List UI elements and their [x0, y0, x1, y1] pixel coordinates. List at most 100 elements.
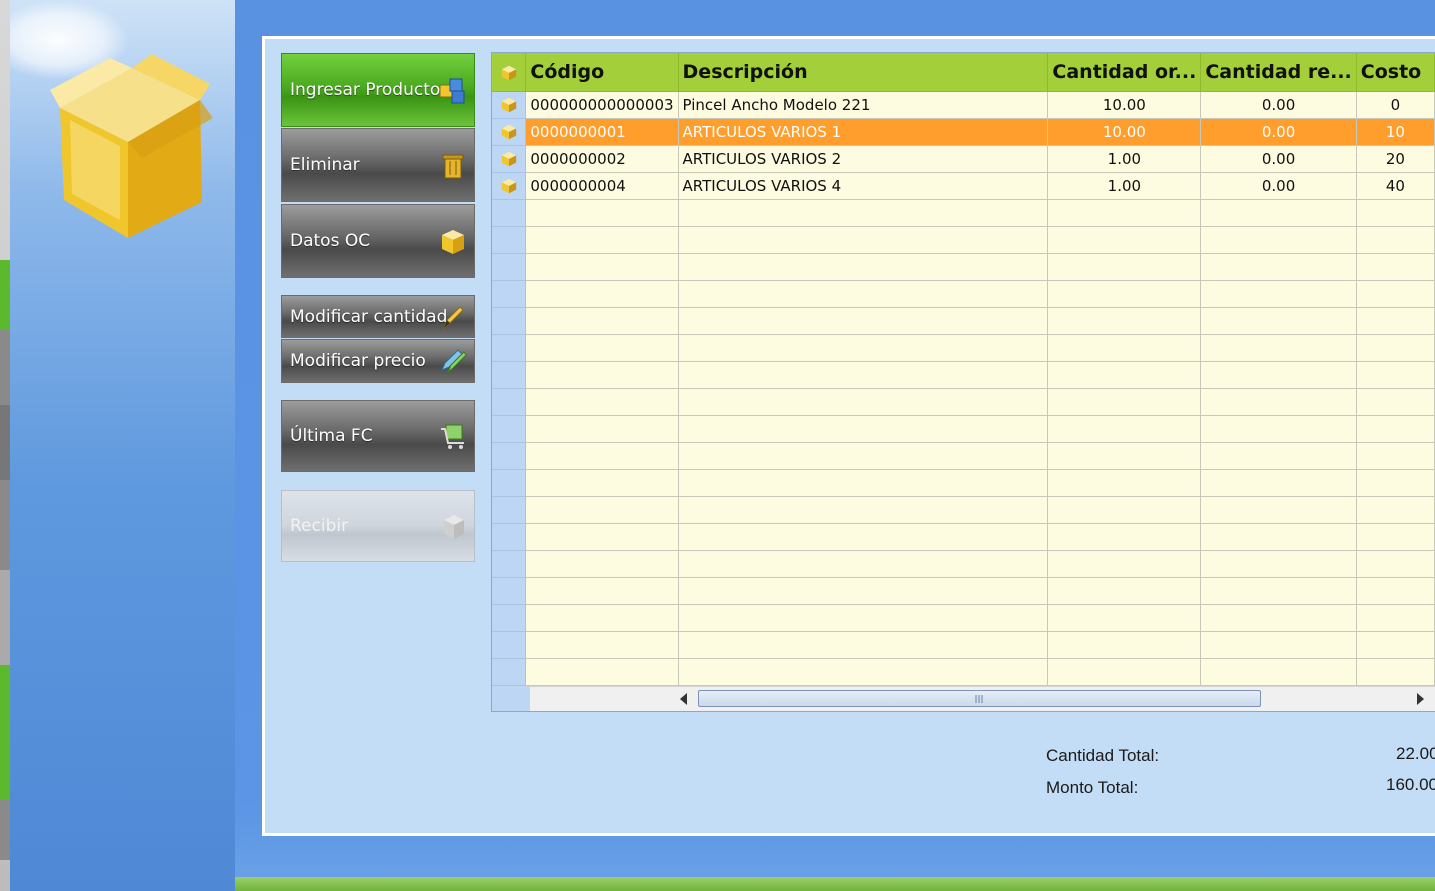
row-indicator: [492, 145, 527, 173]
empty-cell: [1200, 631, 1357, 659]
empty-cell: [1047, 631, 1202, 659]
empty-cell: [678, 388, 1049, 416]
empty-cell: [492, 415, 527, 443]
header-costo[interactable]: Costo: [1356, 53, 1435, 92]
empty-cell: [1356, 280, 1435, 308]
empty-cell: [1047, 523, 1202, 551]
add-product-icon: [439, 78, 465, 104]
empty-cell: [1356, 658, 1435, 686]
modificar-cantidad-button[interactable]: Modificar cantidad: [281, 295, 475, 338]
empty-row: [492, 523, 1435, 551]
cantidad-total-value: 22.00: [1396, 744, 1435, 763]
cell-costo[interactable]: 0: [1356, 91, 1435, 119]
receive-icon: [444, 515, 464, 539]
header-descripcion[interactable]: Descripción: [678, 53, 1049, 92]
eliminar-button[interactable]: Eliminar: [281, 128, 475, 202]
empty-row: [492, 361, 1435, 389]
cell-costo[interactable]: 20: [1356, 145, 1435, 173]
products-grid[interactable]: Código Descripción Cantidad or... Cantid…: [491, 52, 1435, 712]
empty-cell: [1200, 415, 1357, 443]
empty-cell: [678, 226, 1049, 254]
empty-cell: [492, 334, 527, 362]
ingresar-producto-label: Ingresar Producto: [290, 80, 441, 100]
cell-cantidad-or[interactable]: 10.00: [1047, 91, 1202, 119]
cell-cantidad-re[interactable]: 0.00: [1200, 118, 1357, 146]
empty-cell: [1356, 334, 1435, 362]
empty-cell: [525, 658, 679, 686]
cell-codigo[interactable]: 0000000001: [525, 118, 679, 146]
empty-cell: [525, 280, 679, 308]
cell-descripcion[interactable]: ARTICULOS VARIOS 1: [678, 118, 1049, 146]
empty-cell: [492, 658, 527, 686]
empty-cell: [678, 577, 1049, 605]
empty-cell: [1200, 577, 1357, 605]
empty-cell: [1200, 226, 1357, 254]
cell-cantidad-re[interactable]: 0.00: [1200, 172, 1357, 200]
table-row-selected[interactable]: 0000000001 ARTICULOS VARIOS 1 10.00 0.00…: [492, 118, 1435, 146]
empty-cell: [492, 307, 527, 335]
scroll-thumb[interactable]: [698, 690, 1261, 707]
cell-cantidad-re[interactable]: 0.00: [1200, 145, 1357, 173]
scroll-right-arrow-icon[interactable]: [1417, 693, 1424, 705]
header-cantidad-re[interactable]: Cantidad re...: [1200, 53, 1357, 92]
empty-row: [492, 253, 1435, 281]
cell-cantidad-re[interactable]: 0.00: [1200, 91, 1357, 119]
cell-codigo[interactable]: 000000000000003: [525, 91, 679, 119]
empty-row: [492, 199, 1435, 227]
cell-costo[interactable]: 40: [1356, 172, 1435, 200]
cell-descripcion[interactable]: ARTICULOS VARIOS 4: [678, 172, 1049, 200]
scroll-left-arrow-icon[interactable]: [680, 693, 687, 705]
cell-descripcion[interactable]: ARTICULOS VARIOS 2: [678, 145, 1049, 173]
empty-cell: [525, 388, 679, 416]
recibir-button[interactable]: Recibir: [281, 490, 475, 562]
cell-costo[interactable]: 10: [1356, 118, 1435, 146]
cell-cantidad-or[interactable]: 1.00: [1047, 145, 1202, 173]
empty-cell: [1047, 361, 1202, 389]
empty-cell: [1047, 577, 1202, 605]
table-row[interactable]: 000000000000003 Pincel Ancho Modelo 221 …: [492, 91, 1435, 119]
empty-cell: [1200, 388, 1357, 416]
ingresar-producto-button[interactable]: Ingresar Producto: [281, 53, 475, 127]
empty-cell: [1356, 361, 1435, 389]
empty-cell: [1356, 577, 1435, 605]
empty-cell: [678, 253, 1049, 281]
cell-descripcion[interactable]: Pincel Ancho Modelo 221: [678, 91, 1049, 119]
header-cantidad-or[interactable]: Cantidad or...: [1047, 53, 1202, 92]
box-icon: [50, 54, 213, 238]
empty-cell: [1047, 496, 1202, 524]
empty-cell: [678, 604, 1049, 632]
empty-cell: [525, 361, 679, 389]
empty-cell: [525, 523, 679, 551]
modificar-precio-button[interactable]: Modificar precio: [281, 339, 475, 383]
empty-cell: [1047, 469, 1202, 497]
cell-cantidad-or[interactable]: 1.00: [1047, 172, 1202, 200]
box-row-icon: [501, 125, 516, 140]
modificar-cantidad-label: Modificar cantidad: [290, 306, 448, 327]
empty-cell: [492, 199, 527, 227]
empty-cell: [1200, 253, 1357, 281]
empty-row: [492, 604, 1435, 632]
table-row[interactable]: 0000000002 ARTICULOS VARIOS 2 1.00 0.00 …: [492, 145, 1435, 173]
empty-cell: [1356, 253, 1435, 281]
empty-cell: [1200, 361, 1357, 389]
cell-codigo[interactable]: 0000000004: [525, 172, 679, 200]
empty-cell: [1047, 334, 1202, 362]
empty-cell: [1200, 280, 1357, 308]
horizontal-scrollbar[interactable]: [530, 686, 1435, 711]
ultima-fc-button[interactable]: Última FC: [281, 400, 475, 472]
empty-cell: [525, 334, 679, 362]
empty-row: [492, 388, 1435, 416]
datos-oc-button[interactable]: Datos OC: [281, 204, 475, 278]
empty-cell: [678, 280, 1049, 308]
empty-cell: [1200, 496, 1357, 524]
row-indicator: [492, 91, 527, 119]
table-row[interactable]: 0000000004 ARTICULOS VARIOS 4 1.00 0.00 …: [492, 172, 1435, 200]
header-codigo[interactable]: Código: [525, 53, 679, 92]
cell-cantidad-or[interactable]: 10.00: [1047, 118, 1202, 146]
empty-cell: [1356, 442, 1435, 470]
box-row-icon: [501, 179, 516, 194]
empty-cell: [1200, 469, 1357, 497]
empty-cell: [492, 280, 527, 308]
cell-codigo[interactable]: 0000000002: [525, 145, 679, 173]
empty-cell: [678, 631, 1049, 659]
